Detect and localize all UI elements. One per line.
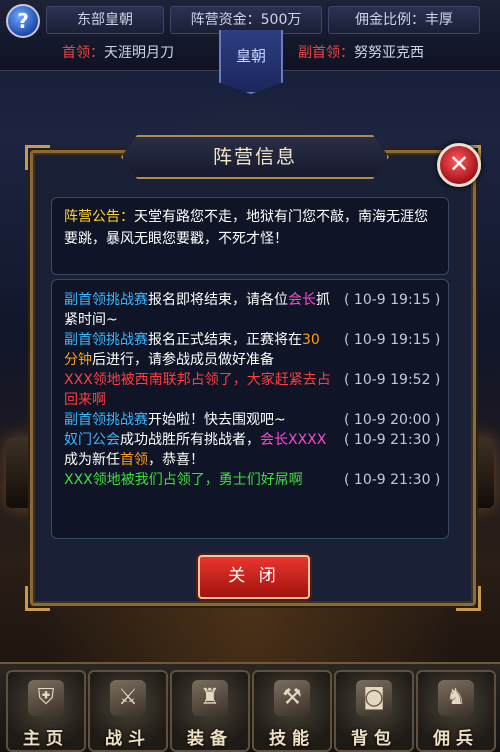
- log-timestamp: ( 10-9 21:30 ): [344, 472, 441, 488]
- log-message-part: 副首领挑战赛: [64, 292, 148, 308]
- bag-icon: ◙: [356, 680, 392, 716]
- frame-corner: [25, 586, 50, 611]
- log-message: XXX领地被我们占领了，勇士们好屌啊: [64, 470, 332, 490]
- deputy-name: 努努亚克西: [354, 45, 424, 61]
- faction-funds: 阵营资金：500万: [170, 6, 322, 34]
- nav-item-5[interactable]: ♞ 佣兵: [416, 670, 496, 752]
- log-message: XXX领地被西南联邦占领了，大家赶紧去占回来啊: [64, 370, 332, 410]
- log-timestamp: ( 10-9 20:00 ): [344, 412, 441, 428]
- nav-label: 背包: [351, 729, 397, 749]
- log-message-part: 会长: [288, 292, 316, 308]
- log-message-part: ，恭喜！: [148, 452, 204, 468]
- log-entry: 奴门公会成功战胜所有挑战者，会长XXXX 成为新任首领，恭喜！ ( 10-9 21:…: [64, 430, 441, 470]
- log-message-part: 报名即将结束，请各位: [148, 292, 288, 308]
- log-message-part: 副首领挑战赛: [64, 332, 148, 348]
- bottom-nav: ⛨ 主页 ⚔ 战斗 ♜ 装备 ⚒ 技能 ◙ 背包 ♞ 佣兵: [0, 662, 500, 752]
- log-message: 奴门公会成功战胜所有挑战者，会长XXXX 成为新任首领，恭喜！: [64, 430, 332, 470]
- log-message-part: 成为新任: [64, 452, 120, 468]
- nav-item-1[interactable]: ⚔ 战斗: [88, 670, 168, 752]
- event-log-panel[interactable]: 副首领挑战赛报名即将结束，请各位会长抓紧时间~( 10-9 19:15 ) 副首领…: [51, 279, 449, 539]
- log-message: 副首领挑战赛报名即将结束，请各位会长抓紧时间~: [64, 290, 332, 330]
- help-icon[interactable]: ?: [6, 4, 40, 38]
- log-timestamp: ( 10-9 19:52 ): [344, 372, 441, 388]
- log-message-part: 开始啦！快去围观吧~: [148, 412, 286, 428]
- dialog-title: 阵营信息: [121, 135, 389, 179]
- nav-label: 主页: [23, 729, 69, 749]
- log-message-part: 后进行，请参战成员做好准备: [92, 352, 274, 368]
- log-message-part: 报名正式结束，正赛将在: [148, 332, 302, 348]
- log-message-part: 奴门公会: [64, 432, 120, 448]
- log-entry: XXX领地被我们占领了，勇士们好屌啊 ( 10-9 21:30 ): [64, 470, 441, 490]
- log-message-part: 首领: [120, 452, 148, 468]
- nav-item-2[interactable]: ♜ 装备: [170, 670, 250, 752]
- close-button[interactable]: 关 闭: [198, 555, 310, 599]
- swords-icon: ⚔: [110, 680, 146, 716]
- deputy-label: 副首领：: [298, 45, 354, 61]
- log-entry: 副首领挑战赛报名正式结束，正赛将在30分钟后进行，请参战成员做好准备 ( 10-9…: [64, 330, 441, 370]
- announcement-panel: 阵营公告：天堂有路您不走，地狱有门您不敲，南海无涯您要跳，暴风无眼您要戳，不死才…: [51, 197, 449, 275]
- log-message-part: XXX领地被我们占领了，勇士们好屌啊: [64, 472, 303, 488]
- nav-label: 技能: [269, 729, 315, 749]
- log-message-part: XXX领地被西南联邦占领了，大家赶紧去占回来啊: [64, 372, 331, 408]
- faction-name: 东部皇朝: [46, 6, 164, 34]
- faction-banner: 皇朝: [219, 30, 283, 94]
- log-entry: 副首领挑战赛开始啦！快去围观吧~ ( 10-9 20:00 ): [64, 410, 441, 430]
- frame-corner: [25, 145, 50, 170]
- leader-label: 首领：: [62, 45, 104, 61]
- log-timestamp: ( 10-9 21:30 ): [344, 432, 441, 448]
- hammer-icon: ⚒: [274, 680, 310, 716]
- announcement-text: 阵营公告：天堂有路您不走，地狱有门您不敲，南海无涯您要跳，暴风无眼您要戳，不死才…: [52, 198, 448, 258]
- nav-label: 战斗: [105, 729, 151, 749]
- log-message-part: 成功战胜所有挑战者，: [120, 432, 260, 448]
- leader-info: 首领：天涯明月刀: [62, 40, 174, 66]
- nav-item-4[interactable]: ◙ 背包: [334, 670, 414, 752]
- nav-label: 装备: [187, 729, 233, 749]
- nav-item-3[interactable]: ⚒ 技能: [252, 670, 332, 752]
- close-icon[interactable]: ✕: [437, 143, 481, 187]
- log-timestamp: ( 10-9 19:15 ): [344, 292, 441, 308]
- frame-corner: [456, 586, 481, 611]
- nav-item-0[interactable]: ⛨ 主页: [6, 670, 86, 752]
- commission-rate: 佣金比例：丰厚: [328, 6, 480, 34]
- top-bar: ? 东部皇朝 阵营资金：500万 佣金比例：丰厚 首领：天涯明月刀 副首领：努努…: [0, 0, 500, 94]
- log-entry: 副首领挑战赛报名即将结束，请各位会长抓紧时间~ ( 10-9 19:15 ): [64, 290, 441, 330]
- leader-name: 天涯明月刀: [104, 45, 174, 61]
- announcement-tag: 阵营公告：: [64, 209, 134, 225]
- nav-label: 佣兵: [433, 729, 479, 749]
- log-message: 副首领挑战赛报名正式结束，正赛将在30分钟后进行，请参战成员做好准备: [64, 330, 332, 370]
- chestplate-icon: ♜: [192, 680, 228, 716]
- mercenary-icon: ♞: [438, 680, 474, 716]
- log-message-part: 副首领挑战赛: [64, 412, 148, 428]
- log-entry: XXX领地被西南联邦占领了，大家赶紧去占回来啊 ( 10-9 19:52 ): [64, 370, 441, 410]
- log-message: 副首领挑战赛开始啦！快去围观吧~: [64, 410, 332, 430]
- deputy-info: 副首领：努努亚克西: [298, 40, 424, 66]
- faction-info-dialog: 阵营信息 阵营公告：天堂有路您不走，地狱有门您不敲，南海无涯您要跳，暴风无眼您要…: [25, 135, 481, 611]
- log-message-part: 会长XXXX: [260, 432, 327, 448]
- log-timestamp: ( 10-9 19:15 ): [344, 332, 441, 348]
- armor-icon: ⛨: [28, 680, 64, 716]
